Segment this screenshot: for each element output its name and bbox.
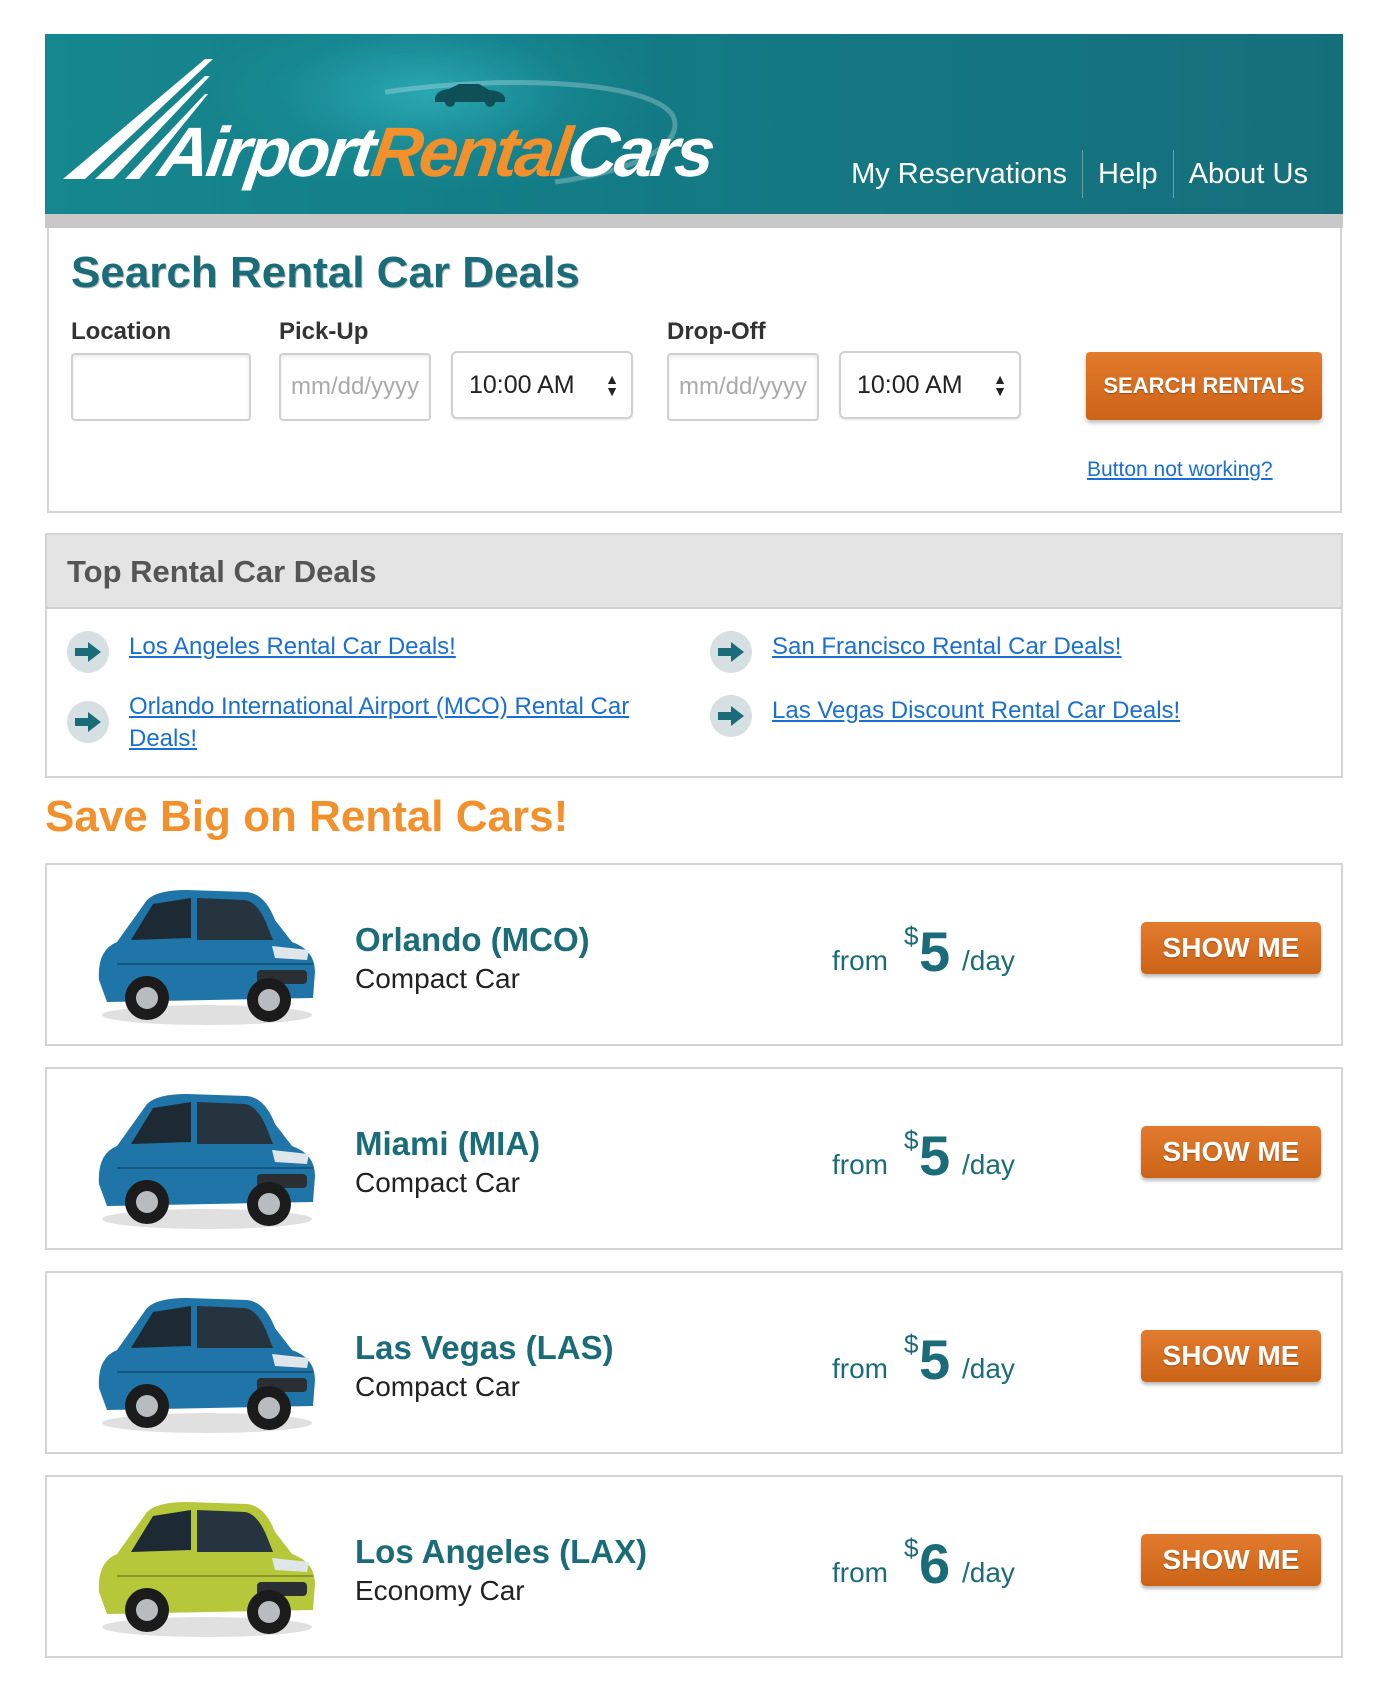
deal-item: Las Vegas Discount Rental Car Deals!: [710, 695, 1310, 737]
card-city: Las Vegas (LAS): [355, 1329, 614, 1366]
search-panel: Search Rental Car Deals Location Pick-Up…: [47, 228, 1342, 513]
price-from-label: from: [832, 1557, 888, 1588]
card-price: from $ 5 /day: [832, 1321, 1062, 1401]
show-me-button[interactable]: SHOW ME: [1141, 1330, 1321, 1382]
car-deal-card: Orlando (MCO) Compact Car from $ 5 /day …: [45, 863, 1343, 1046]
arrow-right-icon: [67, 701, 109, 743]
card-price: from $ 5 /day: [832, 1117, 1062, 1197]
compact-car-image: [98, 890, 316, 1025]
compact-car-image: [98, 1298, 316, 1433]
arrow-right-icon: [710, 631, 752, 673]
card-car-type: Economy Car: [355, 1575, 525, 1606]
price-amount: 5: [919, 1328, 951, 1391]
header-divider: [45, 214, 1343, 228]
updown-arrows-icon: ▲ ▼: [605, 371, 619, 399]
pickup-time-select[interactable]: 10:00 AM ▲ ▼: [451, 351, 633, 419]
economy-car-image: [98, 1502, 316, 1637]
deal-link-las-vegas[interactable]: Las Vegas Discount Rental Car Deals!: [772, 695, 1180, 727]
arrow-right-icon: [67, 631, 109, 673]
deal-link-orlando[interactable]: Orlando International Airport (MCO) Rent…: [129, 691, 649, 755]
dropoff-label: Drop-Off: [667, 318, 766, 345]
deal-item: Los Angeles Rental Car Deals!: [67, 631, 627, 673]
site-logo[interactable]: AirportRentalCars: [55, 54, 735, 204]
price-from-label: from: [832, 945, 888, 976]
arrow-right-icon: [710, 695, 752, 737]
compact-car-image: [98, 1094, 316, 1229]
price-currency: $: [904, 921, 919, 951]
show-me-button[interactable]: SHOW ME: [1141, 1534, 1321, 1586]
card-city: Miami (MIA): [355, 1125, 541, 1162]
price-from-label: from: [832, 1149, 888, 1180]
price-amount: 5: [919, 1124, 951, 1187]
deal-item: Orlando International Airport (MCO) Rent…: [67, 691, 657, 755]
logo-wordmark: AirportRentalCars: [154, 113, 718, 191]
price-currency: $: [904, 1533, 919, 1563]
pickup-time-value: 10:00 AM: [469, 370, 575, 399]
price-per-day: /day: [962, 1149, 1015, 1180]
price-amount: 5: [919, 920, 951, 983]
top-deals-title: Top Rental Car Deals: [47, 535, 1341, 609]
deal-link-san-francisco[interactable]: San Francisco Rental Car Deals!: [772, 631, 1121, 663]
pickup-label: Pick-Up: [279, 318, 369, 345]
dropoff-time-value: 10:00 AM: [857, 370, 963, 399]
price-per-day: /day: [962, 945, 1015, 976]
car-deal-card: Los Angeles (LAX) Economy Car from $ 6 /…: [45, 1475, 1343, 1658]
save-big-heading: Save Big on Rental Cars!: [45, 792, 569, 841]
car-deal-card: Las Vegas (LAS) Compact Car from $ 5 /da…: [45, 1271, 1343, 1454]
nav-about-us[interactable]: About Us: [1172, 150, 1323, 198]
updown-arrows-icon: ▲ ▼: [993, 371, 1007, 399]
search-title: Search Rental Car Deals: [71, 248, 580, 297]
card-price: from $ 5 /day: [832, 913, 1062, 993]
deal-link-los-angeles[interactable]: Los Angeles Rental Car Deals!: [129, 631, 456, 663]
show-me-button[interactable]: SHOW ME: [1141, 922, 1321, 974]
nav-help[interactable]: Help: [1082, 150, 1173, 198]
site-header: AirportRentalCars My Reservations Help A…: [45, 34, 1343, 214]
show-me-button[interactable]: SHOW ME: [1141, 1126, 1321, 1178]
price-per-day: /day: [962, 1557, 1015, 1588]
card-car-type: Compact Car: [355, 1371, 520, 1402]
location-label: Location: [71, 318, 171, 345]
card-car-type: Compact Car: [355, 963, 520, 994]
price-amount: 6: [919, 1532, 951, 1595]
price-currency: $: [904, 1329, 919, 1359]
dropoff-time-select[interactable]: 10:00 AM ▲ ▼: [839, 351, 1021, 419]
price-from-label: from: [832, 1353, 888, 1384]
location-input[interactable]: [71, 353, 251, 421]
top-deals-panel: Top Rental Car Deals Los Angeles Rental …: [45, 533, 1343, 778]
nav-my-reservations[interactable]: My Reservations: [836, 150, 1082, 198]
card-car-type: Compact Car: [355, 1167, 520, 1198]
price-currency: $: [904, 1125, 919, 1155]
pickup-date-input[interactable]: mm/dd/yyyy: [279, 353, 431, 421]
search-rentals-button[interactable]: SEARCH RENTALS: [1086, 352, 1322, 420]
button-not-working-link[interactable]: Button not working?: [1087, 458, 1273, 482]
card-price: from $ 6 /day: [832, 1525, 1062, 1605]
deal-item: San Francisco Rental Car Deals!: [710, 631, 1310, 673]
price-per-day: /day: [962, 1353, 1015, 1384]
top-nav: My Reservations Help About Us: [836, 150, 1323, 198]
card-city: Los Angeles (LAX): [355, 1533, 648, 1570]
card-city: Orlando (MCO): [355, 921, 590, 958]
car-deal-card: Miami (MIA) Compact Car from $ 5 /day SH…: [45, 1067, 1343, 1250]
dropoff-date-input[interactable]: mm/dd/yyyy: [667, 353, 819, 421]
